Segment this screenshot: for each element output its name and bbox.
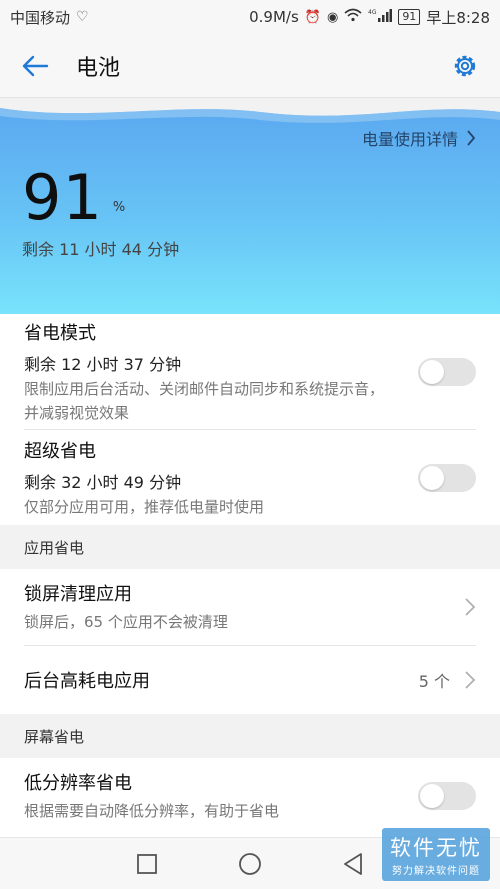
power-saving-remaining: 剩余 12 小时 37 分钟 bbox=[24, 354, 182, 374]
lock-screen-cleanup-title: 锁屏清理应用 bbox=[24, 584, 132, 605]
settings-button[interactable] bbox=[450, 51, 480, 81]
super-saving-toggle[interactable] bbox=[418, 463, 476, 492]
watermark-main: 软件无忧 bbox=[390, 836, 482, 860]
high-drain-apps-count: 5 个 bbox=[418, 672, 450, 691]
modes-card: 省电模式 剩余 12 小时 37 分钟 限制应用后台活动、关闭邮件自动同步和系统… bbox=[0, 314, 500, 525]
power-saving-title: 省电模式 bbox=[24, 322, 96, 344]
chevron-right-icon bbox=[465, 671, 476, 689]
clock: 早上8:28 bbox=[426, 8, 490, 27]
toggle-knob bbox=[420, 359, 444, 384]
battery-hero: 电量使用详情 91 % 剩余 11 小时 44 分钟 bbox=[0, 98, 500, 314]
heart-icon: ♡ bbox=[76, 9, 89, 25]
app-bar: 电池 bbox=[0, 34, 500, 98]
low-resolution-title: 低分辨率省电 bbox=[24, 773, 132, 794]
super-saving-row[interactable]: 超级省电 剩余 32 小时 49 分钟 仅部分应用可用，推荐低电量时使用 bbox=[0, 430, 500, 525]
power-saving-mode-row[interactable]: 省电模式 剩余 12 小时 37 分钟 限制应用后台活动、关闭邮件自动同步和系统… bbox=[0, 314, 500, 429]
remaining-time: 剩余 11 小时 44 分钟 bbox=[22, 240, 180, 259]
arrow-left-icon bbox=[22, 55, 49, 76]
low-resolution-description: 根据需要自动降低分辨率，有助于省电 bbox=[24, 802, 280, 820]
chevron-right-icon bbox=[465, 598, 476, 616]
low-resolution-toggle[interactable] bbox=[418, 782, 476, 810]
back-button[interactable] bbox=[20, 51, 50, 81]
lock-screen-cleanup-description: 锁屏后，65 个应用不会被清理 bbox=[24, 613, 228, 631]
network-speed: 0.9M/s bbox=[249, 8, 299, 26]
gear-icon bbox=[454, 55, 476, 76]
section-header-app-saving: 应用省电 bbox=[0, 525, 500, 569]
high-drain-apps-title: 后台高耗电应用 bbox=[24, 671, 150, 692]
toggle-knob bbox=[420, 784, 444, 808]
low-resolution-row[interactable]: 低分辨率省电 根据需要自动降低分辨率，有助于省电 bbox=[0, 758, 500, 834]
battery-indicator: 91 bbox=[398, 9, 421, 25]
eye-icon: ◉ bbox=[326, 9, 339, 25]
power-saving-description: 限制应用后台活动、关闭邮件自动同步和系统提示音，并减弱视觉效果 bbox=[24, 379, 385, 422]
signal-label: 4G bbox=[368, 9, 377, 16]
super-saving-description: 仅部分应用可用，推荐低电量时使用 bbox=[24, 497, 265, 516]
status-bar: 中国移动 ♡ 0.9M/s ⏰ ◉ 4G 91 早上8:28 bbox=[0, 0, 500, 34]
usage-details-link[interactable]: 电量使用详情 bbox=[362, 126, 476, 150]
super-saving-remaining: 剩余 32 小时 49 分钟 bbox=[24, 472, 182, 492]
lock-screen-cleanup-row[interactable]: 锁屏清理应用 锁屏后，65 个应用不会被清理 bbox=[0, 569, 500, 645]
percent-sign: % bbox=[112, 200, 126, 215]
alarm-icon: ⏰ bbox=[304, 9, 321, 25]
recents-icon[interactable] bbox=[136, 853, 158, 875]
high-drain-apps-row[interactable]: 后台高耗电应用 5 个 bbox=[0, 646, 500, 714]
page-title: 电池 bbox=[76, 55, 121, 81]
back-nav-icon[interactable] bbox=[342, 852, 364, 876]
carrier-label: 中国移动 bbox=[10, 8, 71, 27]
usage-details-label: 电量使用详情 bbox=[361, 130, 458, 149]
wifi-icon bbox=[344, 8, 362, 26]
app-saving-card: 锁屏清理应用 锁屏后，65 个应用不会被清理 后台高耗电应用 5 个 bbox=[0, 569, 500, 714]
section-header-screen-saving: 屏幕省电 bbox=[0, 714, 500, 758]
watermark-sub: 努力解决软件问题 bbox=[392, 866, 480, 877]
super-saving-title: 超级省电 bbox=[24, 440, 96, 462]
watermark-logo: 软件无忧 努力解决软件问题 bbox=[382, 828, 490, 881]
chevron-right-icon bbox=[467, 130, 476, 146]
battery-percent: 91 % bbox=[22, 162, 125, 234]
battery-percent-value: 91 bbox=[22, 161, 103, 234]
toggle-knob bbox=[420, 465, 444, 490]
power-saving-toggle[interactable] bbox=[418, 357, 476, 386]
home-icon[interactable] bbox=[238, 852, 262, 876]
signal-icon: 4G bbox=[368, 8, 393, 26]
